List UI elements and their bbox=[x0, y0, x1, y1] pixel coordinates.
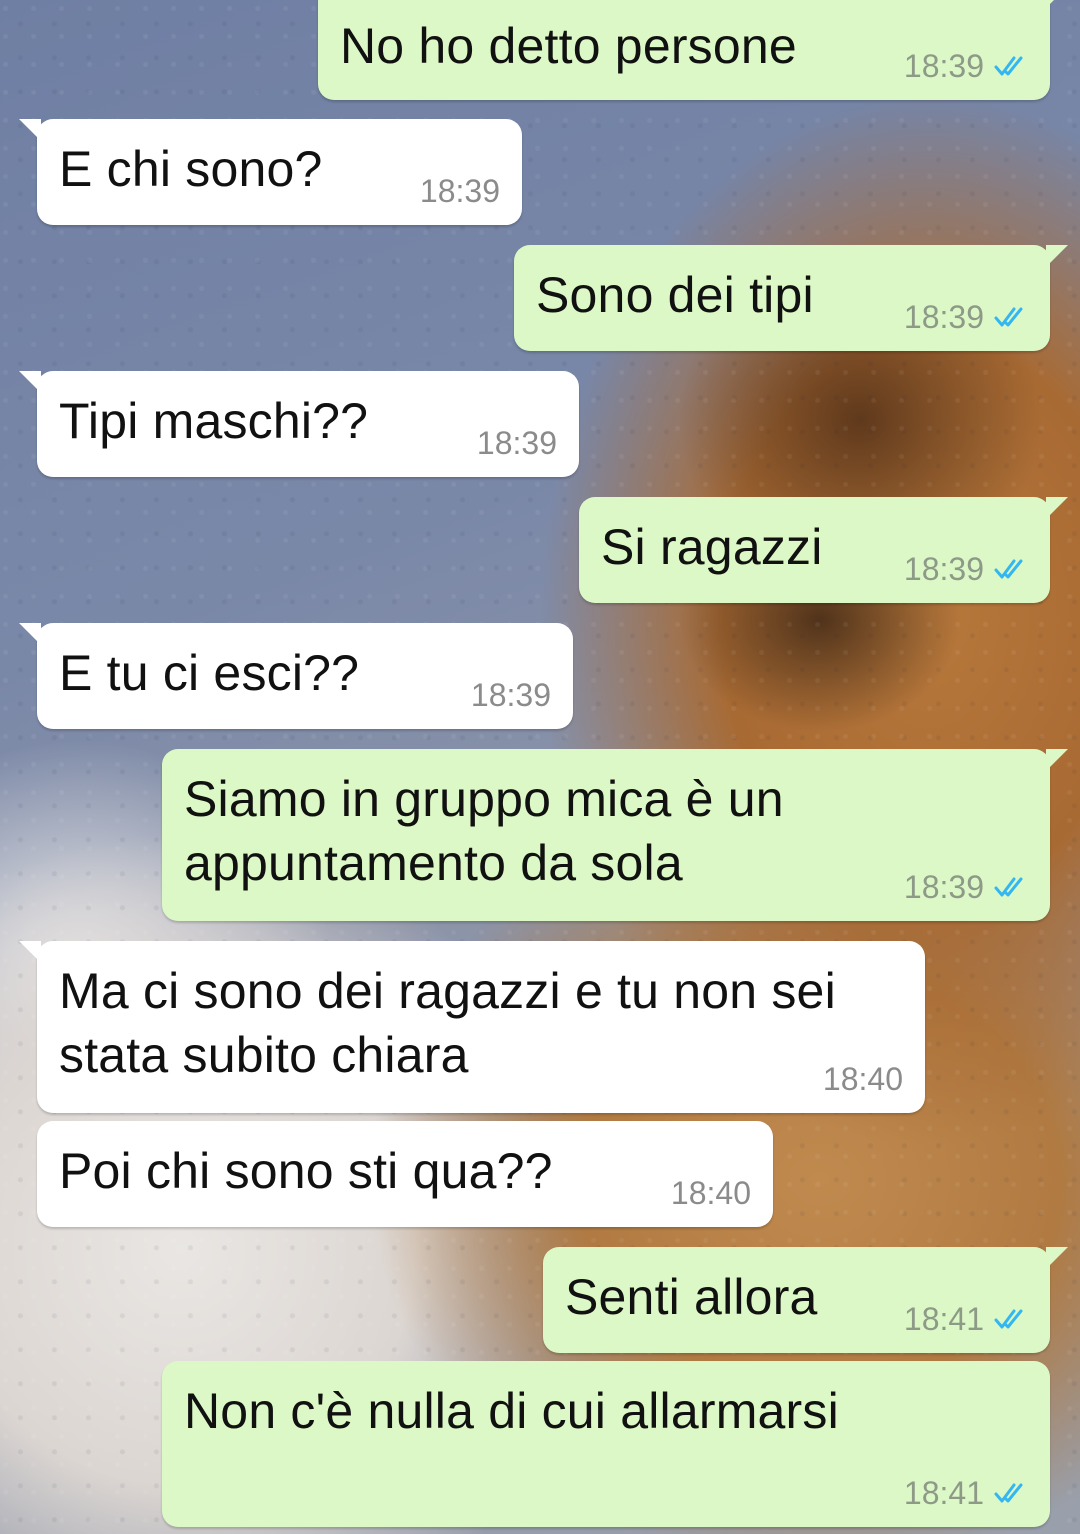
message-bubble-outgoing[interactable]: Non c'è nulla di cui allarmarsi 18:41 bbox=[162, 1361, 1050, 1527]
message-bubble-outgoing[interactable]: Sono dei tipi 18:39 bbox=[514, 245, 1068, 351]
message-time: 18:40 bbox=[670, 1175, 751, 1211]
message-meta: 18:39 bbox=[904, 297, 1028, 337]
message-time: 18:39 bbox=[903, 551, 984, 587]
message-time: 18:39 bbox=[903, 299, 984, 335]
message-time: 18:41 bbox=[903, 1475, 984, 1511]
message-meta: 18:40 bbox=[671, 1173, 751, 1213]
message-time: 18:40 bbox=[822, 1061, 903, 1097]
double-check-read-icon bbox=[994, 558, 1028, 580]
message-text: Poi chi sono sti qua?? bbox=[59, 1143, 553, 1199]
message-text: E chi sono? bbox=[59, 141, 323, 197]
message-meta: 18:40 bbox=[823, 1059, 903, 1099]
message-bubble-outgoing[interactable]: Si ragazzi 18:39 bbox=[579, 497, 1068, 603]
message-text: E tu ci esci?? bbox=[59, 645, 360, 701]
message-meta: 18:39 bbox=[904, 549, 1028, 589]
message-bubble-outgoing[interactable]: No ho detto persone 18:39 bbox=[318, 0, 1054, 100]
message-meta: 18:41 bbox=[904, 1473, 1028, 1513]
message-text: Sono dei tipi bbox=[536, 267, 814, 323]
message-time: 18:39 bbox=[419, 173, 500, 209]
message-bubble-incoming[interactable]: Tipi maschi?? 18:39 bbox=[19, 371, 579, 477]
double-check-read-icon bbox=[994, 876, 1028, 898]
double-check-read-icon bbox=[994, 306, 1028, 328]
message-list[interactable]: No ho detto persone 18:39 E chi sono? 18… bbox=[0, 0, 1080, 1534]
message-bubble-outgoing[interactable]: Senti allora 18:41 bbox=[543, 1247, 1068, 1353]
bubble-tail bbox=[19, 623, 41, 645]
message-text: Ma ci sono dei ragazzi e tu non sei stat… bbox=[59, 963, 836, 1083]
message-bubble-incoming[interactable]: Poi chi sono sti qua?? 18:40 bbox=[37, 1121, 773, 1227]
message-bubble-outgoing[interactable]: Siamo in gruppo mica è un appuntamento d… bbox=[162, 749, 1068, 921]
message-meta: 18:39 bbox=[420, 171, 500, 211]
bubble-tail bbox=[1046, 1247, 1068, 1269]
message-text: Siamo in gruppo mica è un appuntamento d… bbox=[184, 771, 784, 891]
message-time: 18:39 bbox=[903, 48, 984, 84]
message-text: Senti allora bbox=[565, 1269, 818, 1325]
double-check-read-icon bbox=[994, 55, 1028, 77]
message-time: 18:39 bbox=[903, 869, 984, 905]
message-meta: 18:39 bbox=[904, 867, 1028, 907]
message-bubble-incoming[interactable]: E tu ci esci?? 18:39 bbox=[19, 623, 573, 729]
double-check-read-icon bbox=[994, 1308, 1028, 1330]
message-text: No ho detto persone bbox=[340, 18, 797, 74]
message-meta: 18:41 bbox=[904, 1299, 1028, 1339]
bubble-tail bbox=[19, 119, 41, 141]
message-bubble-incoming[interactable]: E chi sono? 18:39 bbox=[19, 119, 522, 225]
bubble-tail bbox=[1046, 497, 1068, 519]
message-text: Si ragazzi bbox=[601, 519, 823, 575]
message-text: Tipi maschi?? bbox=[59, 393, 369, 449]
message-meta: 18:39 bbox=[471, 675, 551, 715]
message-time: 18:41 bbox=[903, 1301, 984, 1337]
double-check-read-icon bbox=[994, 1482, 1028, 1504]
message-bubble-incoming[interactable]: Ma ci sono dei ragazzi e tu non sei stat… bbox=[19, 941, 925, 1113]
message-meta: 18:39 bbox=[904, 46, 1028, 86]
message-time: 18:39 bbox=[470, 677, 551, 713]
bubble-tail bbox=[1046, 749, 1068, 771]
bubble-tail bbox=[1046, 245, 1068, 267]
bubble-tail bbox=[1046, 0, 1068, 8]
message-time: 18:39 bbox=[476, 425, 557, 461]
bubble-tail bbox=[19, 371, 41, 393]
bubble-tail bbox=[19, 941, 41, 963]
message-text: Non c'è nulla di cui allarmarsi bbox=[184, 1383, 839, 1439]
message-meta: 18:39 bbox=[477, 423, 557, 463]
